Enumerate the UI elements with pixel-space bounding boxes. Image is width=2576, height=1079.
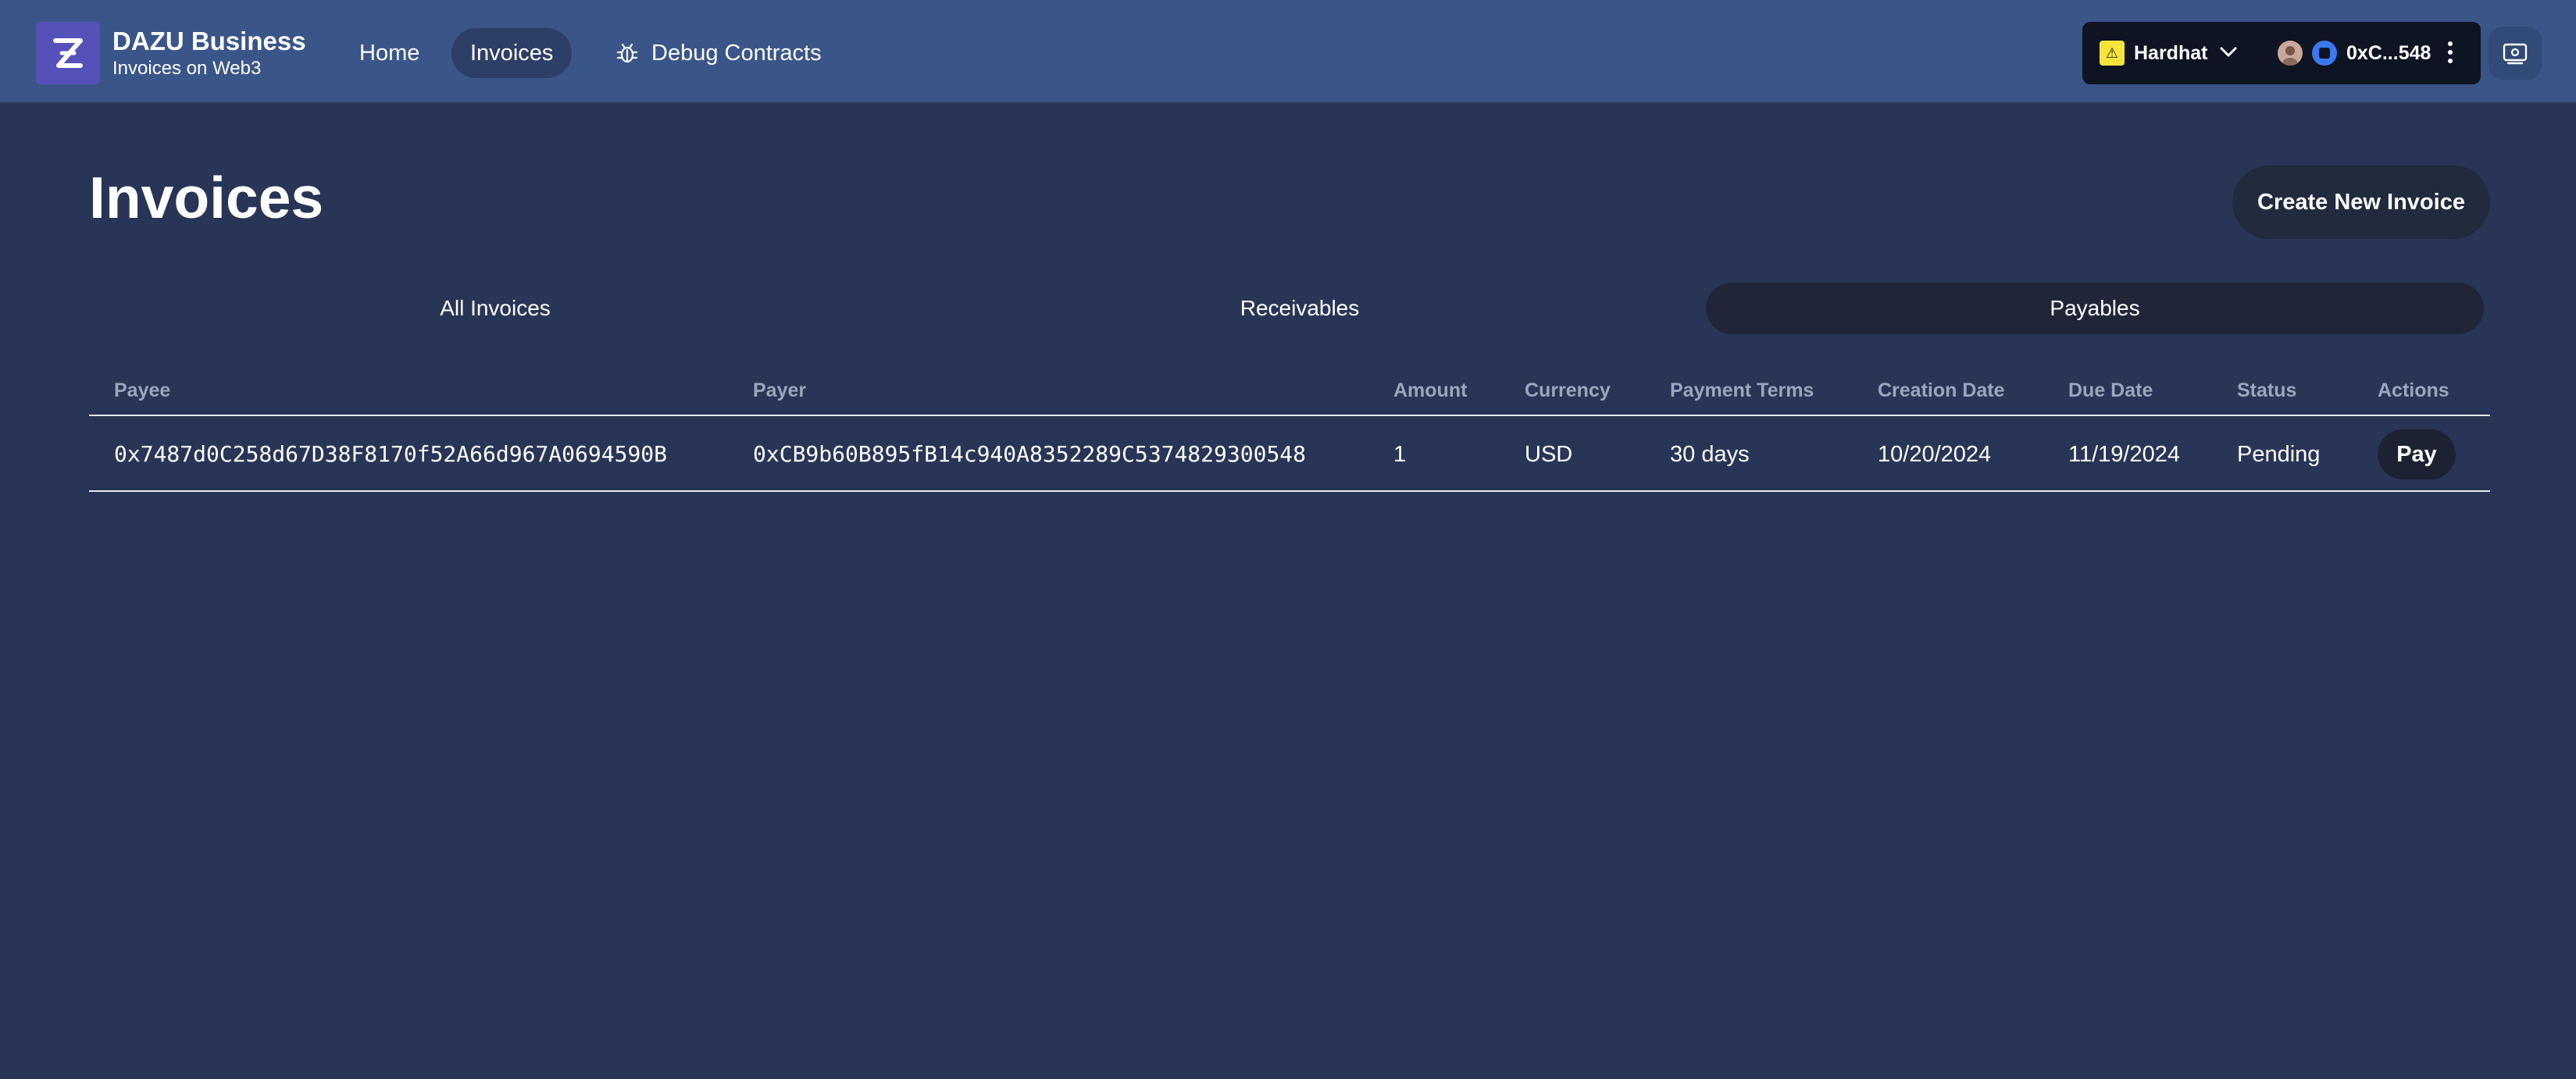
nav-home-link[interactable]: Home — [341, 28, 438, 78]
column-header-payee: Payee — [114, 379, 171, 401]
column-header-amount: Amount — [1393, 379, 1468, 401]
hardhat-network-icon: ⚠ — [2100, 41, 2125, 66]
tab-payables[interactable]: Payables — [1706, 283, 2484, 334]
cell-payee: 0x7487d0C258d67D38F8170f52A66d967A069459… — [114, 441, 668, 467]
column-header-currency: Currency — [1525, 379, 1611, 401]
cell-amount: 1 — [1393, 442, 1407, 467]
create-new-invoice-button[interactable]: Create New Invoice — [2232, 166, 2490, 239]
column-header-due-date: Due Date — [2068, 379, 2153, 401]
cell-currency: USD — [1525, 442, 1573, 467]
cell-due-date: 11/19/2024 — [2068, 442, 2180, 467]
column-header-status: Status — [2237, 379, 2297, 401]
table-row-divider — [89, 490, 2490, 492]
account-avatar — [2278, 41, 2303, 66]
network-selector[interactable]: Hardhat — [2134, 39, 2207, 67]
nav-debug-label: Debug Contracts — [651, 41, 822, 66]
nav-invoices-link[interactable]: Invoices — [451, 28, 573, 78]
cell-creation-date: 10/20/2024 — [1878, 442, 1992, 467]
cell-status: Pending — [2237, 442, 2321, 467]
column-header-payment-terms: Payment Terms — [1670, 379, 1814, 401]
bug-icon — [616, 43, 638, 63]
column-header-payer: Payer — [753, 379, 807, 401]
chain-icon — [2312, 41, 2337, 66]
wallet-address[interactable]: 0xC...548 — [2346, 39, 2431, 67]
column-header-actions: Actions — [2378, 379, 2449, 401]
tab-all-invoices[interactable]: All Invoices — [89, 283, 901, 334]
cell-payer: 0xCB9b60B895fB14c940A8352289C53748293005… — [753, 441, 1307, 467]
page-title: Invoices — [89, 165, 324, 230]
column-header-creation-date: Creation Date — [1878, 379, 2005, 401]
wallet-connect-panel: ⚠ Hardhat 0xC...548 — [2082, 22, 2481, 84]
cell-payment-terms: 30 days — [1670, 442, 1750, 467]
brand-subtitle: Invoices on Web3 — [112, 58, 262, 79]
more-options-icon[interactable] — [2446, 39, 2454, 67]
table-header-divider — [89, 415, 2490, 416]
nav-debug-contracts-link[interactable]: Debug Contracts — [597, 28, 840, 78]
pay-button[interactable]: Pay — [2378, 429, 2456, 479]
top-navbar: DAZU Business Invoices on Web3 Home Invo… — [0, 0, 2576, 103]
z-logo-icon[interactable] — [36, 22, 100, 84]
tab-receivables[interactable]: Receivables — [894, 283, 1706, 334]
wallet-icon — [2503, 43, 2528, 65]
wallet-button[interactable] — [2489, 27, 2542, 80]
chevron-down-icon[interactable] — [2217, 41, 2240, 64]
brand-title: DAZU Business — [112, 27, 306, 55]
